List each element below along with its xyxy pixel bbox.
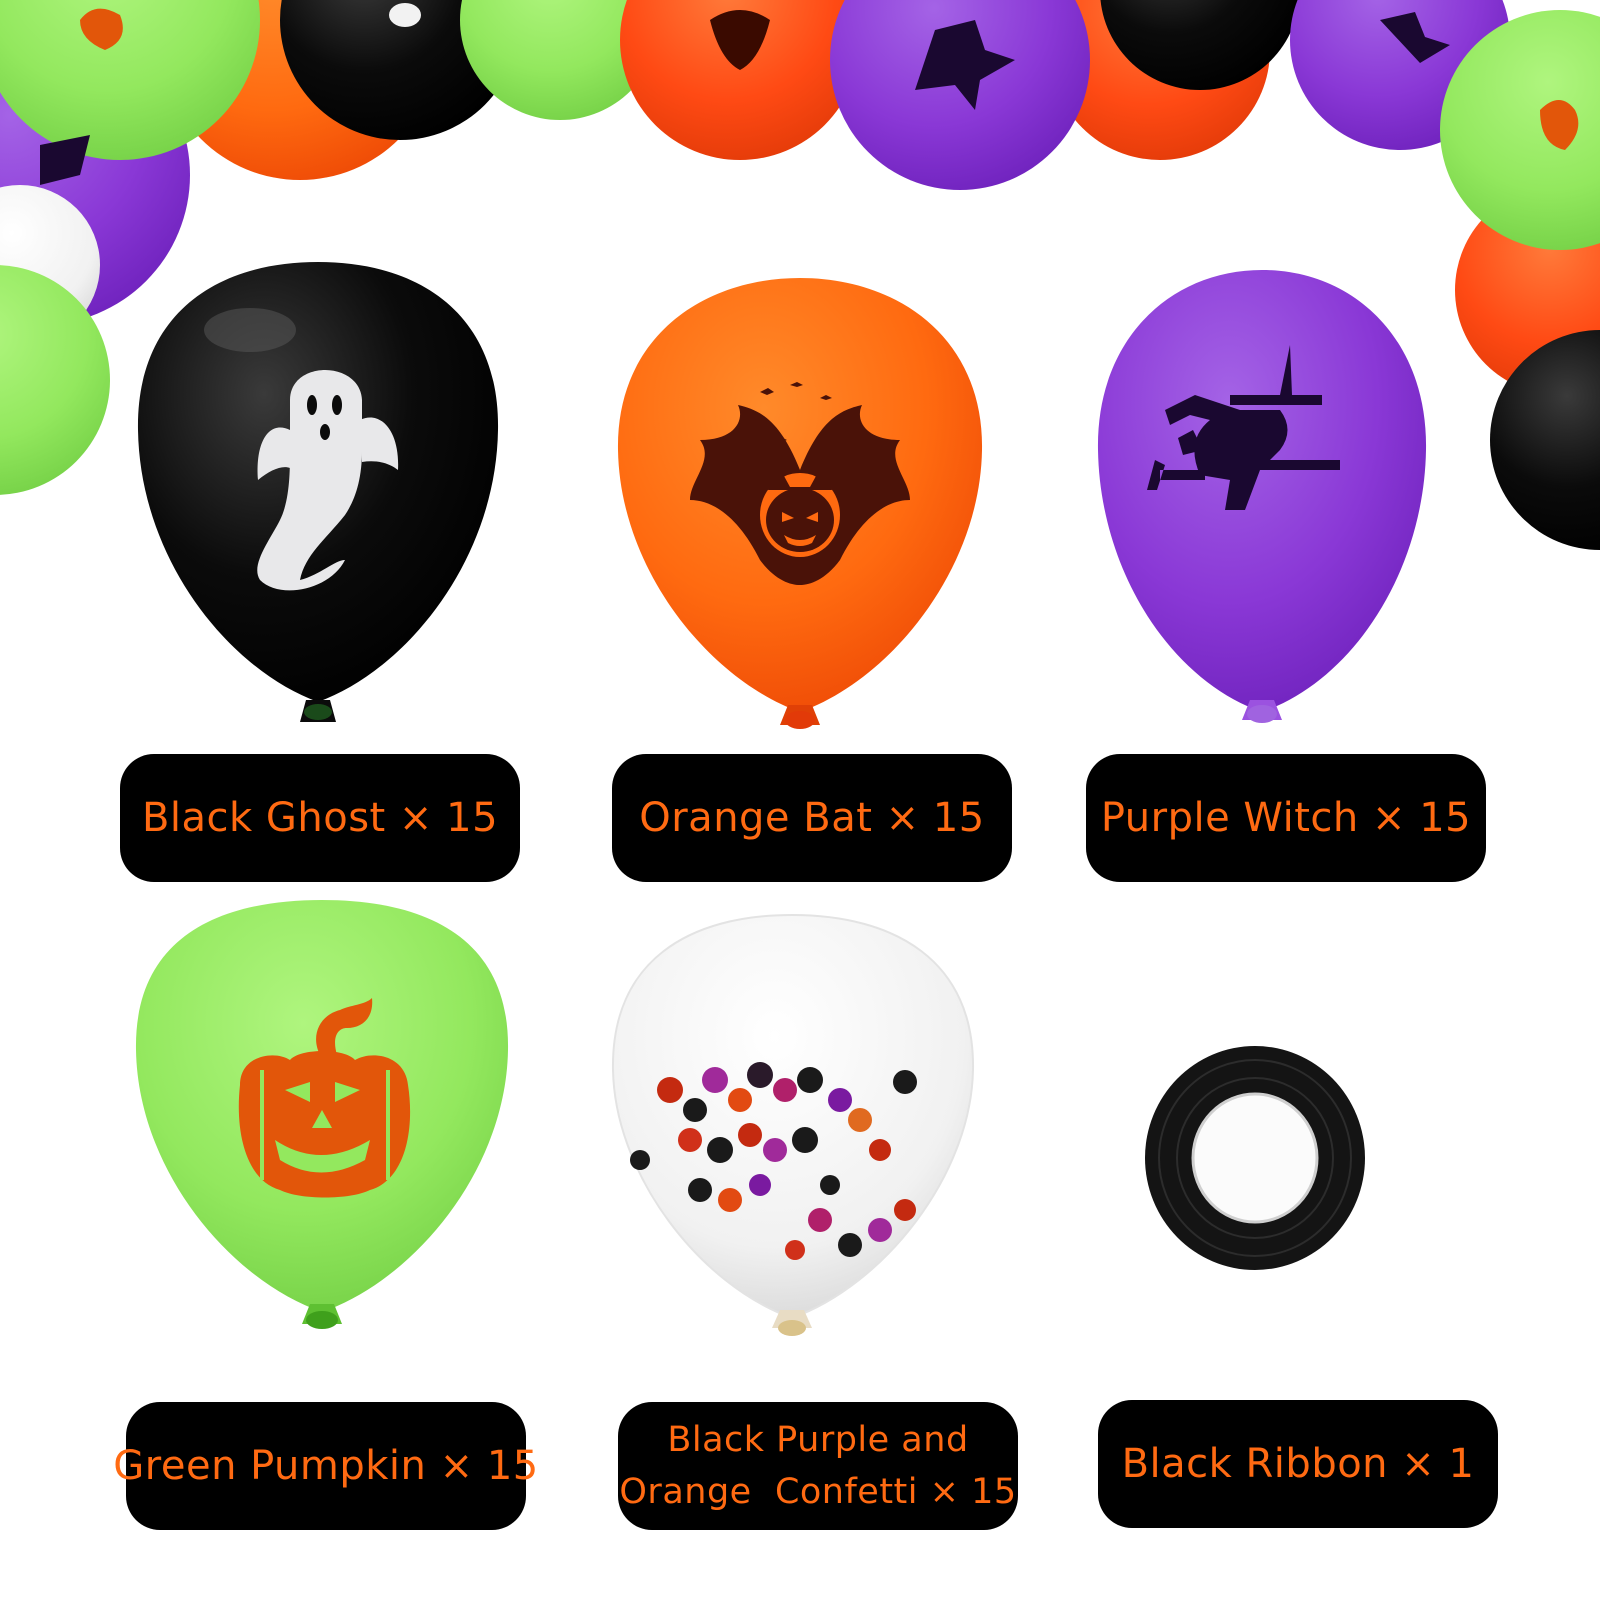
label-orange-bat: Orange Bat × 15 xyxy=(612,754,1012,882)
label-text-line-2: Orange Confetti × 15 xyxy=(619,1472,1017,1512)
black-ghost-balloon xyxy=(137,262,499,722)
confetti-balloon xyxy=(611,913,975,1336)
label-text: Black Ribbon × 1 xyxy=(1121,1441,1475,1487)
purple-witch-balloon xyxy=(1097,270,1427,723)
garland-ghost-icon xyxy=(389,3,421,27)
label-text: Orange Bat × 15 xyxy=(639,795,985,841)
label-text: Black Ghost × 15 xyxy=(141,795,499,841)
green-pumpkin-balloon xyxy=(135,900,509,1329)
label-black-ghost: Black Ghost × 15 xyxy=(120,754,520,882)
orange-bat-balloon xyxy=(617,278,983,729)
label-text: Purple Witch × 15 xyxy=(1100,795,1472,841)
label-text-line-1: Black Purple and xyxy=(667,1419,969,1460)
product-contents-graphic: Black Ghost × 15 Orange Bat × 15 Purple … xyxy=(0,0,1600,1600)
ribbon-icon xyxy=(1145,1046,1365,1270)
label-purple-witch: Purple Witch × 15 xyxy=(1086,754,1486,882)
label-text: Green Pumpkin × 15 xyxy=(113,1443,539,1489)
label-confetti: Black Purple and Orange Confetti × 15 xyxy=(618,1402,1018,1530)
label-green-pumpkin: Green Pumpkin × 15 xyxy=(113,1402,538,1530)
label-black-ribbon: Black Ribbon × 1 xyxy=(1098,1400,1498,1528)
